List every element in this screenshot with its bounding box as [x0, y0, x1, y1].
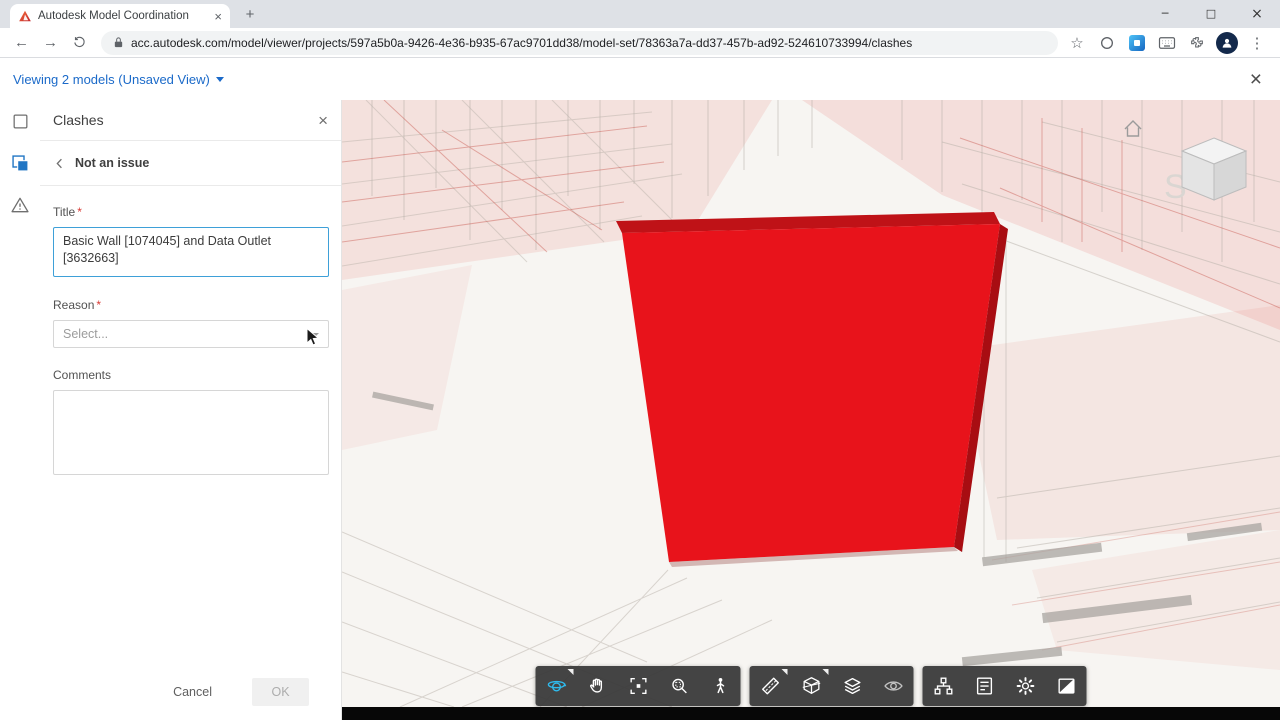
person-icon: [1222, 38, 1232, 48]
tool-options-flag-icon: [567, 669, 574, 675]
pinned-extension-icon[interactable]: [1126, 32, 1148, 54]
viewing-models-dropdown[interactable]: Viewing 2 models (Unsaved View): [13, 72, 224, 87]
first-person-button[interactable]: [700, 666, 741, 706]
new-tab-button[interactable]: +: [240, 5, 260, 25]
pan-tool-button[interactable]: [577, 666, 618, 706]
layers-tool-button[interactable]: [832, 666, 873, 706]
title-input[interactable]: Basic Wall [1074045] and Data Outlet [36…: [53, 227, 329, 277]
clashes-panel-header: Clashes ×: [40, 100, 341, 141]
address-bar[interactable]: acc.autodesk.com/model/viewer/projects/5…: [101, 30, 1058, 55]
rail-item-issues[interactable]: [0, 184, 40, 226]
window-maximize-button[interactable]: □: [1188, 0, 1234, 28]
render-contrast-icon: [1057, 678, 1075, 694]
gear-icon: [1016, 677, 1034, 695]
wireframe-model-decor: S: [342, 100, 1280, 707]
extensions-puzzle-icon[interactable]: [1186, 32, 1208, 54]
panel-close-icon[interactable]: ×: [318, 112, 328, 129]
window-close-button[interactable]: ×: [1234, 0, 1280, 28]
fit-to-view-icon: [629, 677, 647, 695]
tool-options-flag-icon: [822, 669, 829, 675]
app-header: Viewing 2 models (Unsaved View) ×: [0, 58, 1280, 100]
settings-tools-group: [922, 666, 1087, 706]
not-an-issue-label: Not an issue: [75, 156, 150, 170]
status-circle-icon[interactable]: [1096, 32, 1118, 54]
window-minimize-button[interactable]: ─: [1142, 0, 1188, 28]
section-cube-icon: [802, 677, 820, 694]
clashes-icon: [11, 154, 28, 171]
reason-select[interactable]: Select...: [53, 320, 329, 348]
comments-input[interactable]: [53, 390, 329, 475]
model-browser-icon: [934, 677, 952, 695]
navbar-icons: ☆ ⋮: [1066, 31, 1272, 54]
model-viewer-canvas[interactable]: S: [342, 100, 1280, 720]
reload-icon: [74, 36, 85, 48]
ok-button: OK: [252, 678, 309, 706]
viewing-models-label: Viewing 2 models (Unsaved View): [13, 71, 210, 87]
visibility-tool-button[interactable]: [873, 666, 914, 706]
analysis-tools-group: [749, 666, 914, 706]
bookmark-star-icon[interactable]: ☆: [1066, 32, 1088, 54]
model-browser-button[interactable]: [923, 666, 964, 706]
rail-item-models[interactable]: [0, 100, 40, 142]
rail-item-clashes-active[interactable]: [0, 142, 40, 184]
title-field-label: Title *: [53, 205, 82, 219]
viewcube[interactable]: [1180, 137, 1248, 201]
keyboard-icon[interactable]: [1156, 32, 1178, 54]
comments-field-label: Comments: [53, 368, 112, 382]
back-button[interactable]: ←: [8, 30, 35, 56]
form-footer: Cancel OK: [40, 664, 341, 720]
measure-tool-button[interactable]: [750, 666, 791, 706]
first-person-icon: [716, 678, 724, 694]
layers-icon: [843, 677, 861, 695]
orbit-tool-button[interactable]: [536, 666, 577, 706]
reload-button[interactable]: [66, 30, 93, 56]
chevron-left-icon: [56, 158, 62, 168]
browser-navbar: ← → acc.autodesk.com/model/viewer/projec…: [0, 28, 1280, 58]
pan-hand-icon: [589, 678, 602, 693]
viewer-close-button[interactable]: ×: [1250, 69, 1262, 90]
tab-close-icon[interactable]: ×: [214, 10, 222, 23]
measure-ruler-icon: [761, 677, 779, 695]
eye-icon: [883, 681, 903, 691]
left-icon-rail: [0, 100, 40, 720]
zoom-window-button[interactable]: [659, 666, 700, 706]
tool-options-flag-icon: [781, 669, 788, 675]
properties-button[interactable]: [964, 666, 1005, 706]
properties-icon: [976, 677, 992, 695]
fit-to-view-button[interactable]: [618, 666, 659, 706]
forward-button[interactable]: →: [37, 30, 64, 56]
reason-placeholder: Select...: [63, 327, 109, 341]
viewer-bottom-strip: [342, 707, 1280, 720]
viewer-toolbar: [535, 666, 1087, 706]
models-icon: [13, 114, 27, 128]
section-tool-button[interactable]: [791, 666, 832, 706]
window-controls: ─ □ ×: [1142, 0, 1280, 28]
cancel-button[interactable]: Cancel: [173, 685, 212, 699]
screen: Autodesk Model Coordination × + ─ □ × ← …: [0, 0, 1280, 720]
browser-menu-icon[interactable]: ⋮: [1246, 32, 1268, 54]
clash-highlight-box[interactable]: [616, 212, 1008, 567]
padlock-icon: [114, 37, 123, 48]
zoom-window-icon: [671, 678, 687, 694]
tab-title: Autodesk Model Coordination: [38, 10, 189, 22]
clash-form: Title * Basic Wall [1074045] and Data Out…: [40, 186, 341, 480]
required-marker: *: [77, 205, 82, 219]
settings-button[interactable]: [1005, 666, 1046, 706]
render-options-button[interactable]: [1046, 666, 1087, 706]
navigation-tools-group: [535, 666, 741, 706]
chevron-down-icon: [215, 76, 224, 82]
profile-avatar[interactable]: [1216, 31, 1238, 54]
panel-title: Clashes: [53, 112, 104, 128]
reason-field-label: Reason *: [53, 298, 102, 312]
browser-tab-strip: Autodesk Model Coordination × + ─ □ ×: [0, 0, 1280, 28]
back-not-an-issue[interactable]: Not an issue: [40, 141, 341, 186]
browser-tab[interactable]: Autodesk Model Coordination ×: [10, 4, 230, 28]
issues-warning-icon: [11, 197, 29, 213]
orbit-icon: [547, 680, 566, 692]
mouse-cursor: [306, 327, 320, 346]
autodesk-favicon: [19, 10, 31, 22]
url-text: acc.autodesk.com/model/viewer/projects/5…: [131, 35, 913, 50]
clashes-panel: Clashes × Not an issue Title * Basic Wall…: [40, 100, 342, 720]
